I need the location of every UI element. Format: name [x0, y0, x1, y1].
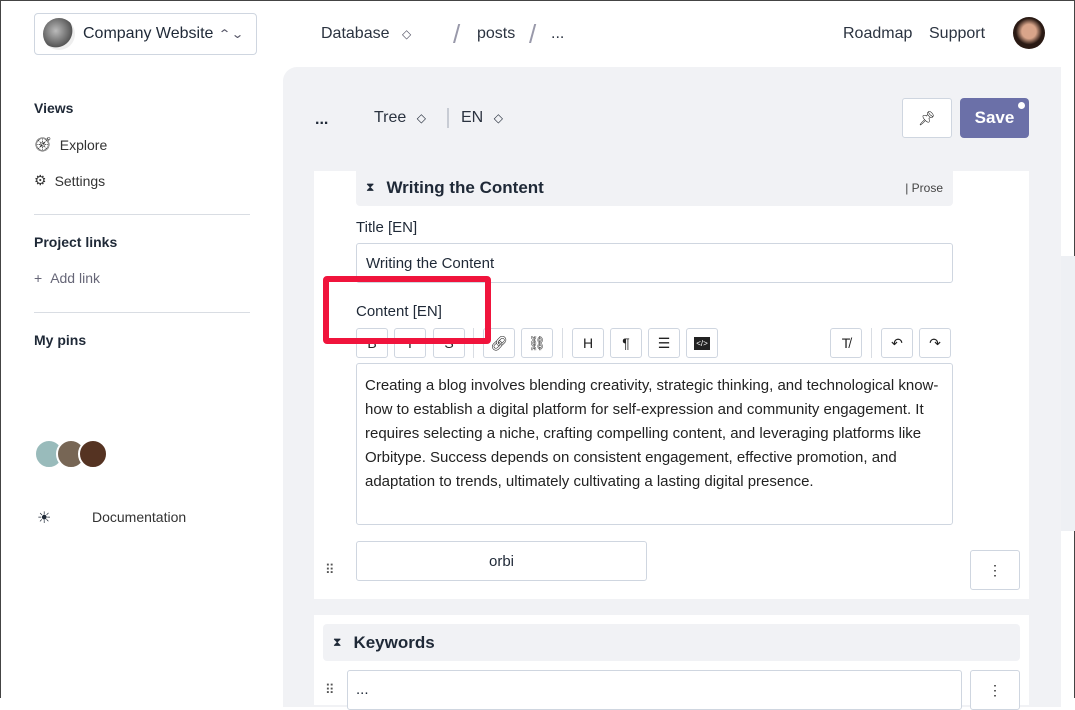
pin-button[interactable]: 📌︎	[902, 98, 952, 138]
undo-icon: ↶	[891, 334, 903, 351]
keywords-title: Keywords	[353, 632, 435, 652]
unlink-button[interactable]: ⛓	[521, 328, 553, 358]
breadcrumb-separator: /	[453, 19, 461, 49]
sidebar-item-label: Explore	[59, 136, 108, 153]
sidebar-item-label: Settings	[54, 172, 106, 189]
block-type: | Prose	[905, 180, 943, 195]
add-link-button[interactable]: + Add link	[34, 270, 100, 286]
paragraph-button[interactable]: ¶	[610, 328, 642, 358]
tag-input[interactable]: orbi	[356, 541, 647, 581]
save-label: Save	[974, 108, 1015, 127]
sidebar-item-settings[interactable]: ⚙ Settings	[34, 172, 105, 189]
collapse-icon[interactable]: ⧗	[333, 635, 341, 650]
title-label: Title [EN]	[356, 219, 418, 236]
language-label: EN	[461, 109, 484, 126]
chevron-updown-icon: ⌃⌄	[218, 27, 245, 41]
clear-format-icon: T̸	[841, 335, 851, 351]
language-selector[interactable]: EN ◇	[461, 109, 503, 127]
scrollbar[interactable]	[1061, 256, 1075, 531]
code-button[interactable]: </>	[686, 328, 718, 358]
block-options-button[interactable]: ⋮	[970, 550, 1020, 590]
redo-button[interactable]: ↷	[919, 328, 951, 358]
nav-database[interactable]: Database ◇	[321, 25, 411, 43]
keywords-options-button[interactable]: ⋮	[970, 670, 1020, 710]
divider	[447, 108, 449, 128]
heading-button[interactable]: H	[572, 328, 604, 358]
plus-icon: +	[34, 270, 43, 286]
more-vertical-icon: ⋮	[988, 681, 1002, 698]
keywords-input[interactable]: ...	[347, 670, 962, 710]
project-name: Company Website	[83, 25, 214, 42]
list-icon: ☰	[657, 334, 671, 351]
breadcrumb-posts[interactable]: posts	[477, 25, 515, 43]
code-icon: </>	[694, 336, 710, 350]
user-avatar[interactable]	[1013, 17, 1045, 49]
unsaved-indicator	[1018, 102, 1025, 109]
divider	[34, 312, 250, 313]
project-links-heading: Project links	[34, 234, 118, 250]
save-button[interactable]: Save	[960, 98, 1029, 138]
more-vertical-icon: ⋮	[988, 561, 1002, 578]
link-icon: 🔗︎	[490, 334, 508, 351]
sidebar-item-explore[interactable]: 🧭︎ Explore	[34, 136, 107, 153]
my-pins-heading: My pins	[34, 332, 87, 348]
compass-icon: 🧭︎	[34, 136, 52, 152]
undo-button[interactable]: ↶	[881, 328, 913, 358]
chevron-updown-icon: ◇	[401, 27, 412, 41]
project-selector[interactable]: Company Website ⌃⌄	[34, 13, 257, 55]
drag-handle-icon[interactable]: ⠿	[325, 682, 335, 698]
list-button[interactable]: ☰	[648, 328, 680, 358]
redo-icon: ↷	[929, 334, 941, 351]
more-menu-button[interactable]: ...	[315, 111, 328, 129]
block-header[interactable]: ⧗ Writing the Content | Prose	[356, 169, 953, 206]
divider	[562, 328, 563, 358]
views-heading: Views	[34, 100, 74, 116]
gear-icon: ⚙	[34, 172, 47, 188]
block-title: Writing the Content	[386, 177, 544, 197]
chevron-updown-icon: ◇	[493, 111, 503, 125]
clear-format-button[interactable]: T̸	[830, 328, 862, 358]
add-link-label: Add link	[50, 270, 100, 286]
pin-icon: 📌︎	[918, 109, 936, 126]
divider	[34, 214, 250, 215]
project-avatar	[43, 18, 75, 50]
divider	[871, 328, 872, 358]
view-label: Tree	[374, 109, 407, 126]
drag-handle-icon[interactable]: ⠿	[325, 562, 335, 578]
theme-toggle-sun-icon[interactable]: ☀	[37, 508, 51, 528]
support-link[interactable]: Support	[929, 25, 985, 43]
keywords-header[interactable]: ⧗ Keywords	[323, 624, 1020, 661]
highlight-box	[323, 276, 491, 344]
team-avatars[interactable]	[34, 439, 108, 474]
roadmap-link[interactable]: Roadmap	[843, 25, 912, 43]
unlink-icon: ⛓	[528, 334, 546, 351]
view-selector[interactable]: Tree ◇	[374, 109, 426, 127]
documentation-link[interactable]: Documentation	[92, 509, 186, 525]
nav-database-label: Database	[321, 25, 390, 42]
breadcrumb-separator: /	[529, 19, 537, 49]
breadcrumb-more[interactable]: ...	[551, 25, 564, 43]
content-editor[interactable]: Creating a blog involves blending creati…	[356, 363, 953, 525]
chevron-updown-icon: ◇	[416, 111, 426, 125]
collapse-icon[interactable]: ⧗	[366, 180, 374, 195]
